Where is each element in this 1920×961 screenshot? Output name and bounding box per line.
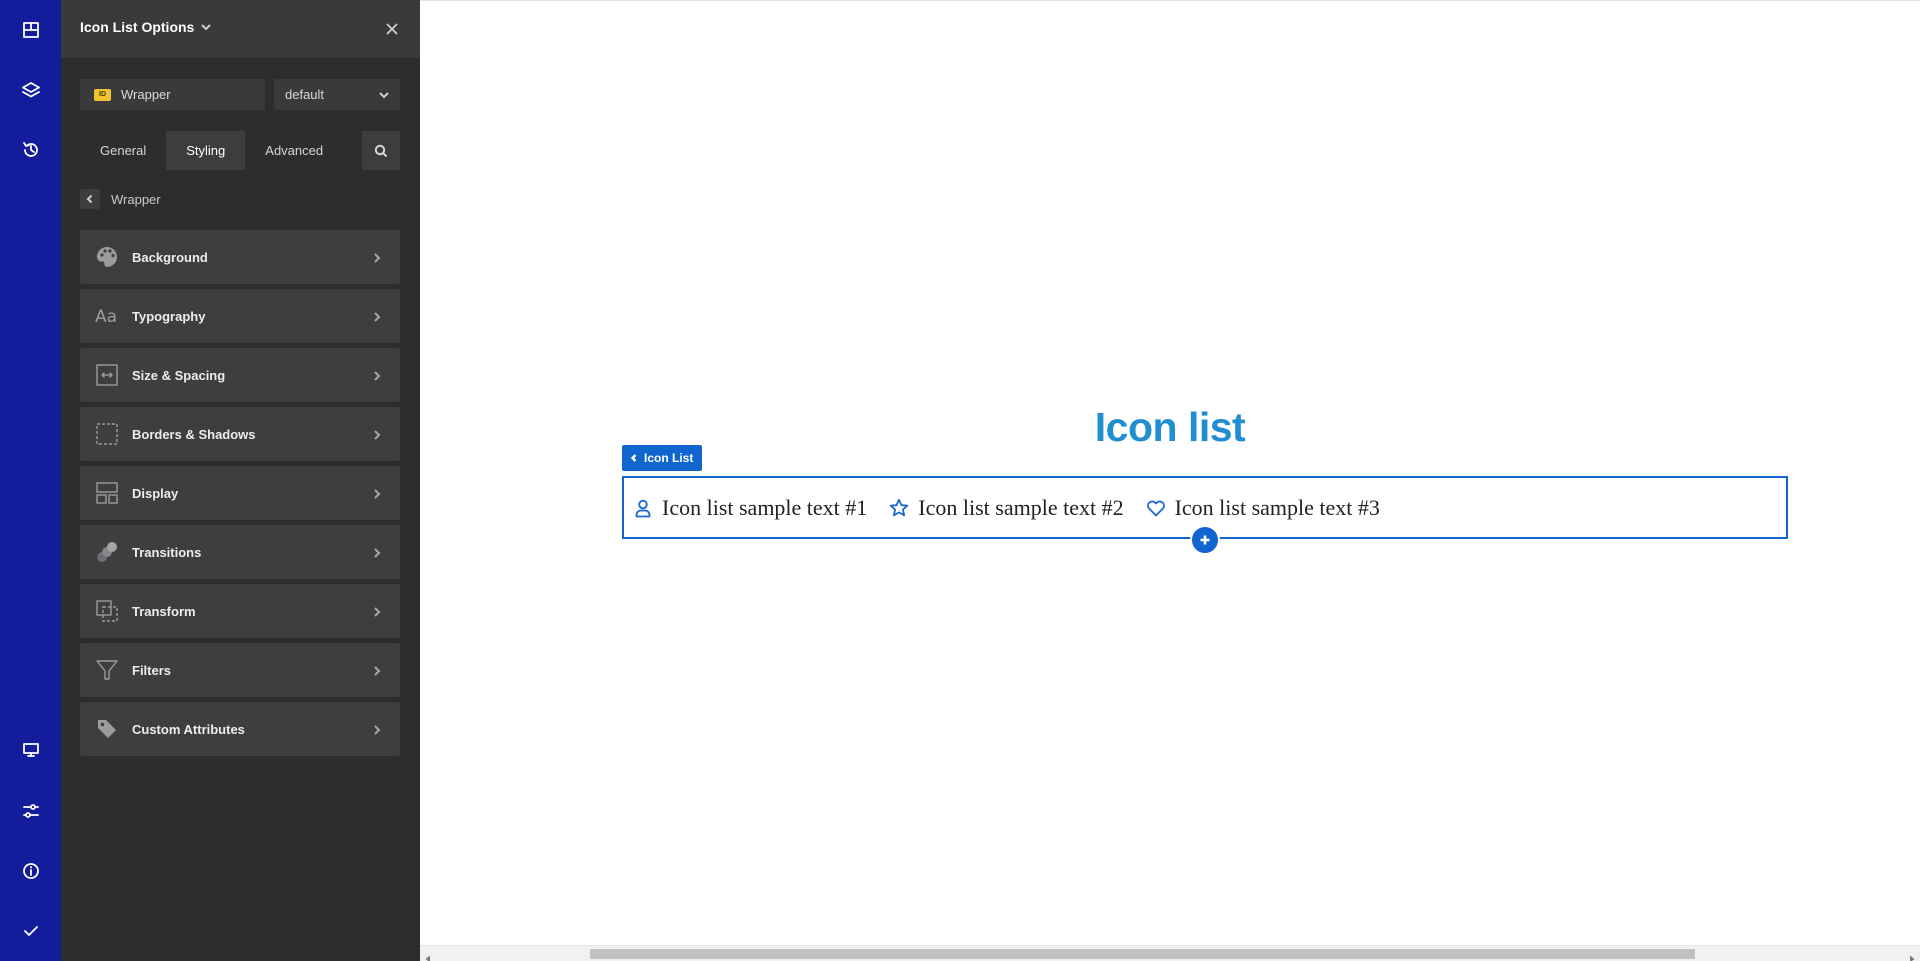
tab-advanced[interactable]: Advanced: [245, 131, 343, 170]
section-label: Transform: [132, 603, 196, 619]
section-transitions[interactable]: Transitions: [80, 525, 400, 579]
chevron-right-icon: [371, 428, 383, 440]
scroll-left-arrow[interactable]: [424, 950, 432, 961]
section-background[interactable]: Background: [80, 230, 400, 284]
list-item-text: Icon list sample text #3: [1174, 494, 1380, 520]
breadcrumb-label: Wrapper: [111, 191, 161, 207]
icon-rail: [0, 0, 61, 961]
chevron-right-icon: [371, 487, 383, 499]
back-button[interactable]: [80, 189, 100, 209]
section-size-spacing[interactable]: Size & Spacing: [80, 348, 400, 402]
layers-icon: [21, 82, 40, 98]
chevron-right-icon: [371, 546, 383, 558]
chevron-right-icon: [371, 723, 383, 735]
settings-button[interactable]: [0, 786, 61, 836]
elements-icon: [22, 22, 39, 38]
tag-icon: [94, 716, 120, 742]
breadcrumb: Wrapper: [80, 189, 161, 209]
panel-header: Icon List Options: [61, 0, 420, 58]
chevron-down-icon: [379, 91, 389, 98]
chevron-right-icon: [371, 251, 383, 263]
desktop-icon: [22, 743, 39, 757]
chevron-left-icon: [86, 194, 93, 204]
responsive-button[interactable]: [0, 725, 61, 775]
chevron-down-icon: [201, 24, 212, 31]
chevron-left-icon: [630, 454, 637, 462]
section-label: Filters: [132, 662, 172, 678]
list-item[interactable]: Icon list sample text #1: [633, 495, 867, 521]
layers-button[interactable]: [0, 65, 61, 115]
panel-tabs: General Styling Advanced: [80, 131, 400, 170]
horizontal-scrollbar[interactable]: [420, 945, 1920, 961]
state-select-value: default: [285, 87, 325, 102]
section-typography[interactable]: Aa Typography: [80, 289, 400, 343]
search-icon: [374, 144, 388, 157]
size-spacing-icon: [94, 362, 120, 388]
chevron-right-icon: [371, 664, 383, 676]
add-element-button[interactable]: [1190, 525, 1220, 555]
filter-icon: [94, 657, 120, 683]
list-item[interactable]: Icon list sample text #2: [889, 494, 1124, 521]
chevron-right-icon: [371, 605, 383, 617]
list-item-text: Icon list sample text #2: [918, 494, 1124, 520]
element-parent-tag[interactable]: Icon List: [622, 445, 703, 471]
close-panel-button[interactable]: [382, 19, 402, 39]
transform-icon: [94, 598, 120, 624]
transitions-icon: [94, 539, 120, 565]
panel-title: Icon List Options: [80, 19, 195, 35]
id-badge: ID: [94, 88, 111, 101]
triangle-right-icon: [1910, 955, 1915, 961]
list-item[interactable]: Icon list sample text #3: [1146, 495, 1380, 521]
check-icon: [23, 926, 38, 936]
section-custom-attributes[interactable]: Custom Attributes: [80, 702, 400, 756]
section-borders-shadows[interactable]: Borders & Shadows: [80, 407, 400, 461]
info-button[interactable]: [0, 846, 61, 896]
star-icon: [890, 498, 909, 516]
section-label: Custom Attributes: [132, 721, 245, 737]
section-display[interactable]: Display: [80, 466, 400, 520]
svg-text:Aa: Aa: [95, 307, 117, 327]
info-icon: [22, 863, 39, 879]
history-icon: [22, 142, 38, 157]
section-label: Borders & Shadows: [132, 426, 256, 442]
section-label: Display: [132, 485, 179, 501]
styling-sections: Background Aa Typography Size & Spacing …: [80, 230, 400, 761]
borders-icon: [94, 421, 120, 447]
state-select[interactable]: default: [274, 79, 400, 110]
history-button[interactable]: [0, 125, 61, 175]
section-transform[interactable]: Transform: [80, 584, 400, 638]
heart-icon: [1146, 500, 1165, 516]
triangle-left-icon: [425, 955, 430, 961]
section-label: Typography: [132, 308, 206, 324]
plus-icon: [1200, 535, 1210, 545]
close-icon: [386, 23, 398, 35]
palette-icon: [94, 244, 120, 270]
options-panel: Icon List Options ID Wrapper default Gen…: [61, 0, 420, 961]
user-icon: [635, 499, 651, 517]
chevron-right-icon: [371, 369, 383, 381]
class-selector-input[interactable]: ID Wrapper: [80, 79, 265, 110]
chevron-right-icon: [371, 310, 383, 322]
search-options-button[interactable]: [362, 131, 400, 170]
section-label: Background: [132, 249, 208, 265]
section-filters[interactable]: Filters: [80, 643, 400, 697]
settings-icon: [22, 804, 39, 818]
class-selector-value: Wrapper: [121, 87, 171, 102]
section-label: Transitions: [132, 544, 202, 560]
save-button[interactable]: [0, 906, 61, 956]
builder-canvas[interactable]: Icon list Icon List Icon list sample tex…: [420, 0, 1920, 945]
tab-general[interactable]: General: [80, 131, 166, 170]
page-heading[interactable]: Icon list: [420, 404, 1920, 451]
elements-button[interactable]: [0, 5, 61, 55]
section-label: Size & Spacing: [132, 367, 226, 383]
display-icon: [94, 480, 120, 506]
list-item-text: Icon list sample text #1: [662, 494, 868, 520]
scroll-right-arrow[interactable]: [1908, 950, 1916, 961]
tab-styling[interactable]: Styling: [166, 131, 246, 170]
element-tag-label: Icon List: [644, 451, 694, 465]
scrollbar-thumb[interactable]: [590, 949, 1695, 959]
typography-icon: Aa: [94, 303, 120, 329]
panel-title-dropdown[interactable]: Icon List Options: [80, 19, 212, 35]
